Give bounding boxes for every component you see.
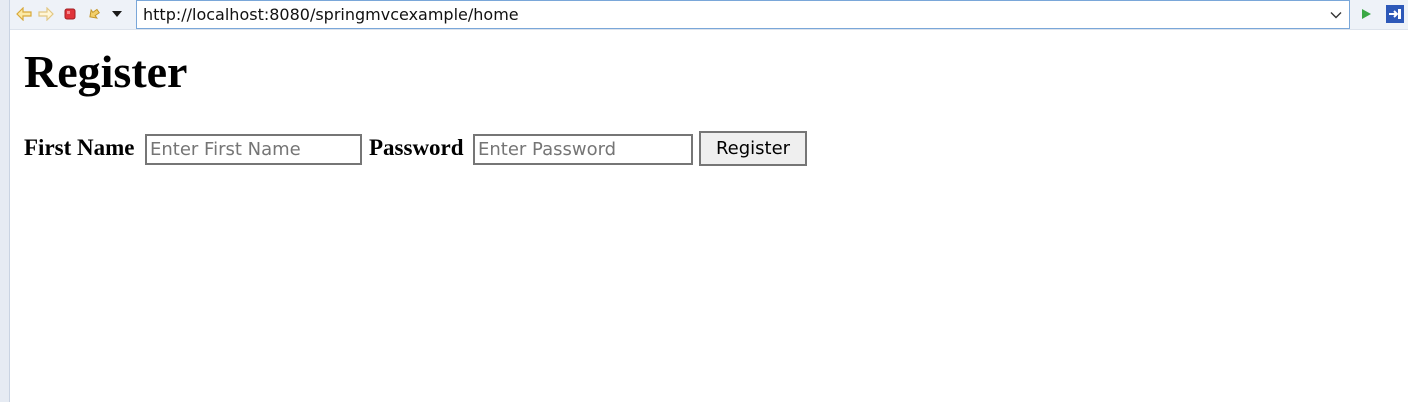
back-icon[interactable]: [14, 4, 34, 24]
forward-icon[interactable]: [36, 4, 56, 24]
stop-icon[interactable]: [60, 4, 80, 24]
first-name-input[interactable]: [145, 134, 362, 165]
register-form: First Name Password Register: [24, 131, 1024, 166]
window-left-border: [0, 0, 10, 402]
password-input[interactable]: [473, 134, 693, 165]
page-title: Register: [24, 46, 188, 97]
address-dropdown-icon[interactable]: [1327, 5, 1345, 25]
bookmark-icon[interactable]: [1384, 4, 1406, 24]
register-button[interactable]: Register: [699, 131, 807, 166]
password-label: Password: [369, 135, 464, 160]
history-menu-icon[interactable]: [107, 4, 127, 24]
address-bar: [136, 0, 1350, 29]
first-name-label: First Name: [24, 135, 135, 160]
go-icon[interactable]: [1356, 4, 1376, 24]
browser-toolbar: [10, 0, 1408, 30]
page-content: Register First Name Password Register: [24, 30, 1394, 166]
browser-window: Register First Name Password Register: [0, 0, 1408, 402]
address-input[interactable]: [143, 3, 1323, 25]
refresh-icon[interactable]: [84, 4, 104, 24]
